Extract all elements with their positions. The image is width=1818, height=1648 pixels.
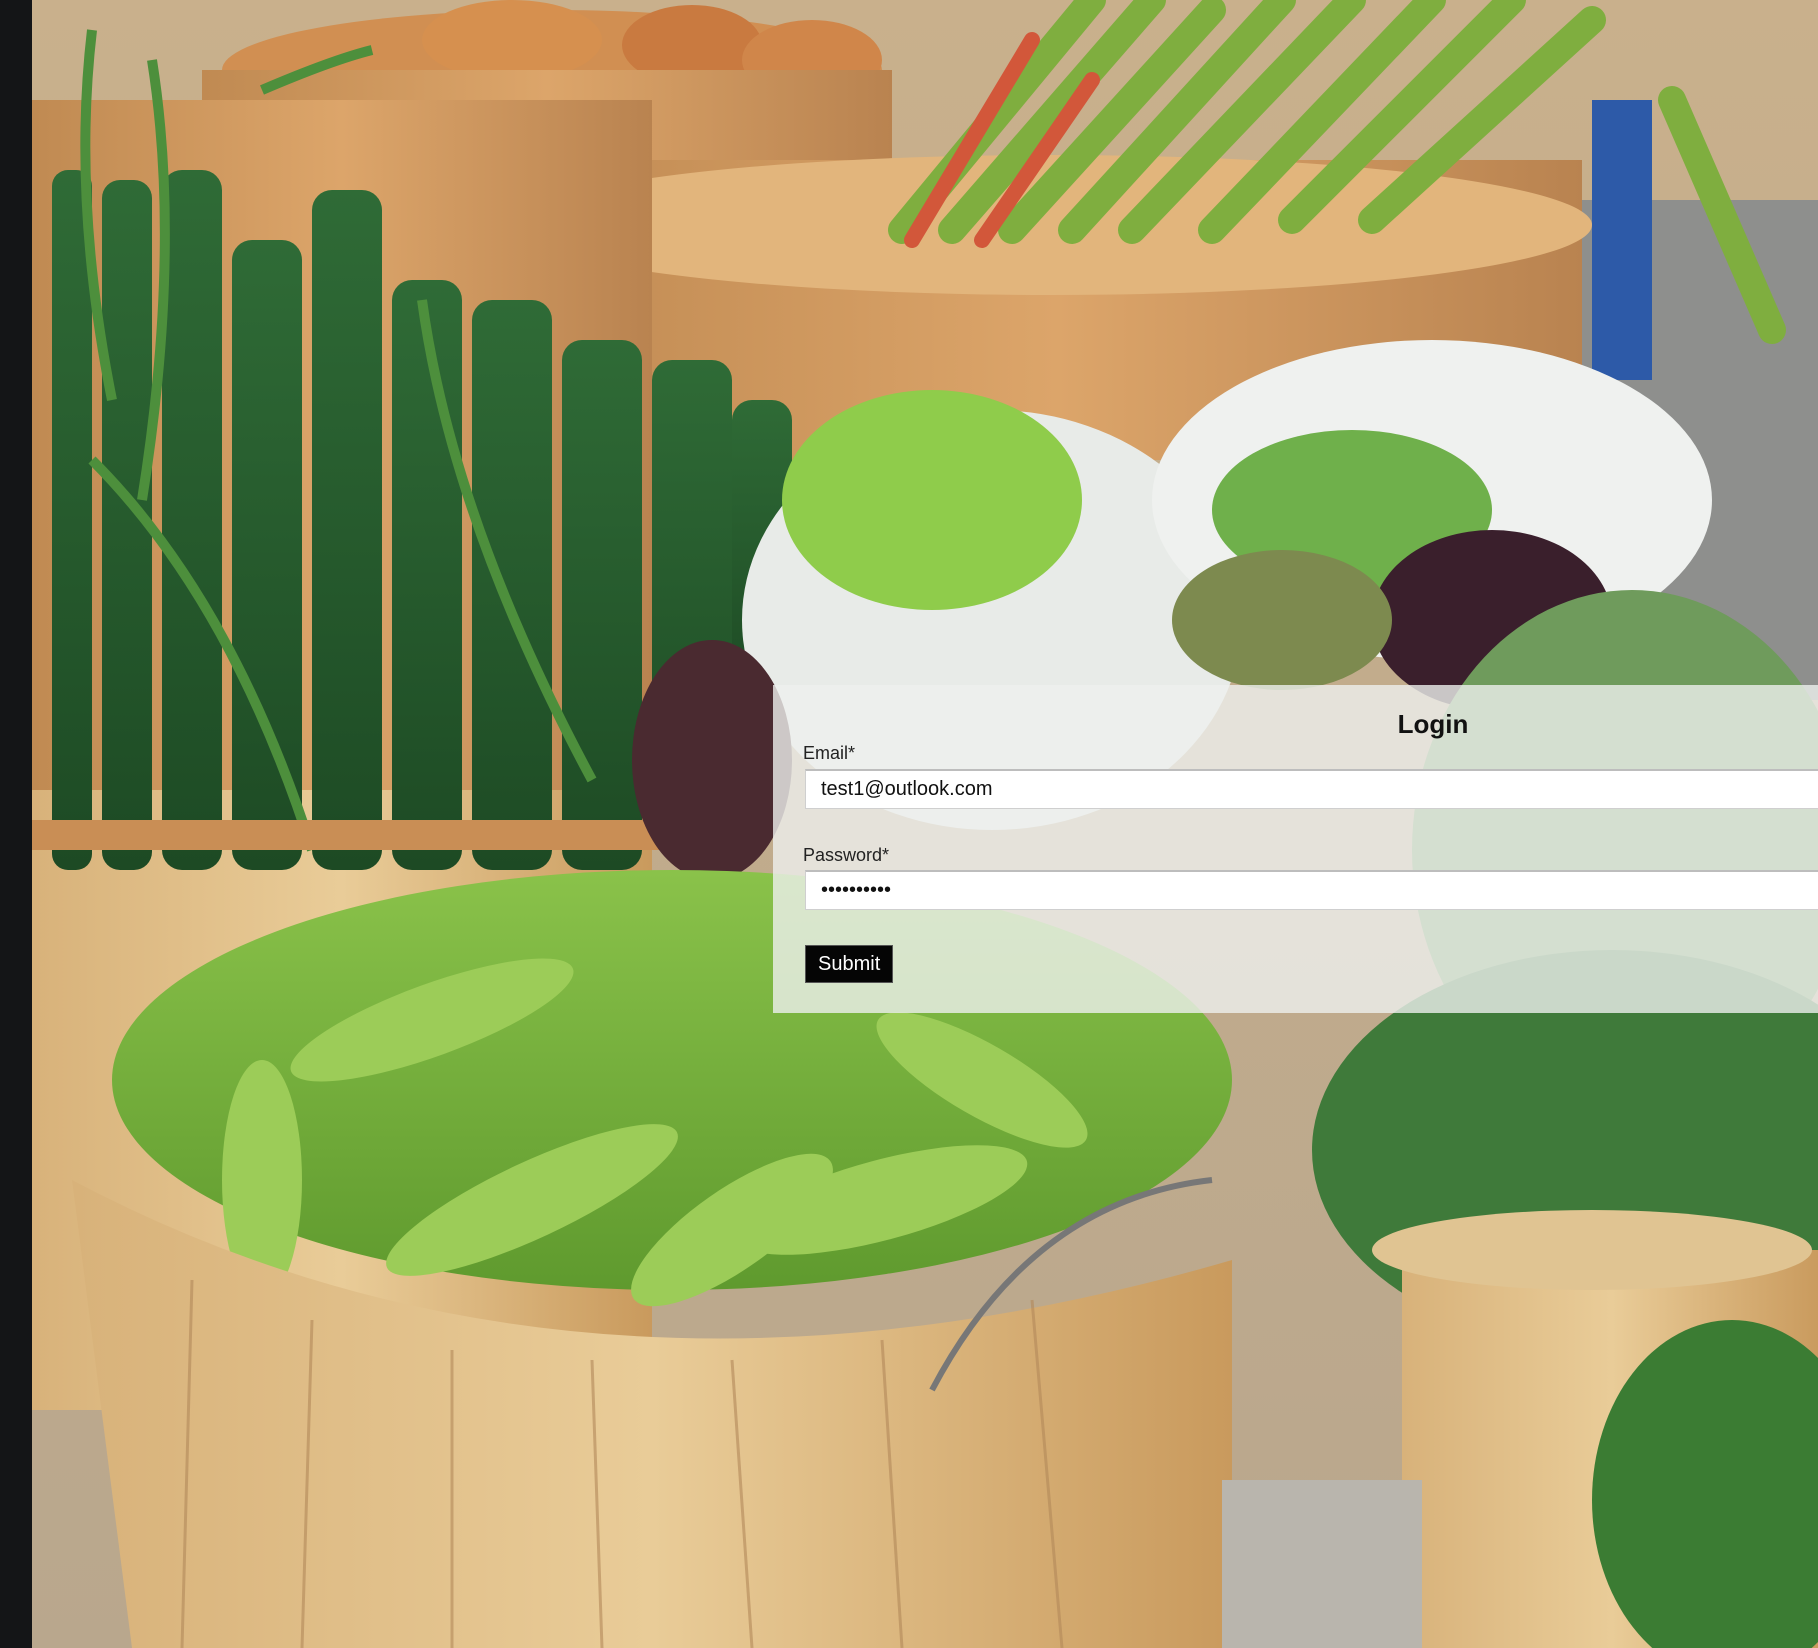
email-field[interactable] xyxy=(805,769,1818,809)
email-label: Email* xyxy=(803,743,856,763)
login-title: Login xyxy=(1397,709,1469,739)
password-field[interactable] xyxy=(805,870,1818,910)
left-edge-strip xyxy=(0,0,32,1648)
login-page: Login Email* Password* Submit xyxy=(0,0,1818,1648)
login-form-panel: Login Email* Password* Submit xyxy=(773,685,1818,1013)
submit-button[interactable]: Submit xyxy=(805,945,894,983)
password-label: Password* xyxy=(803,845,890,865)
